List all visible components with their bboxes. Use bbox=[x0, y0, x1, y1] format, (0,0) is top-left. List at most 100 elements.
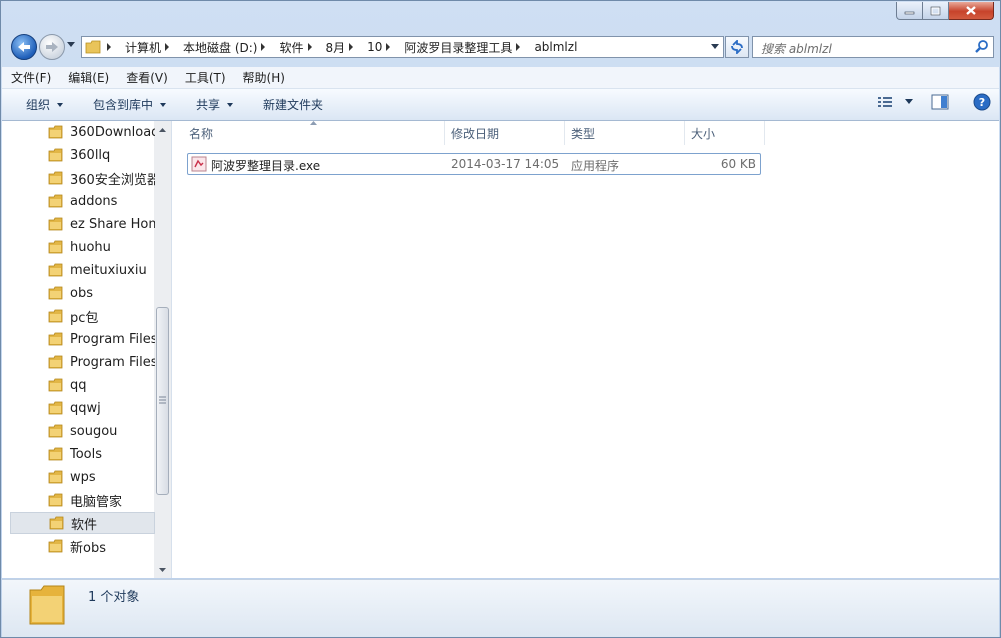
tree-item-label: wps bbox=[70, 469, 96, 485]
tree-item[interactable]: pc包 bbox=[10, 305, 155, 327]
refresh-icon bbox=[731, 40, 743, 54]
tree-item-label: pc包 bbox=[70, 310, 99, 326]
help-icon: ? bbox=[973, 93, 991, 111]
folder-icon bbox=[49, 516, 64, 530]
share-button[interactable]: 共享 bbox=[180, 96, 247, 113]
minimize-button[interactable] bbox=[896, 2, 923, 20]
column-name[interactable]: 名称 bbox=[172, 121, 445, 145]
tree-item[interactable]: obs bbox=[10, 282, 155, 304]
recent-pages-dropdown[interactable] bbox=[67, 42, 75, 48]
tree-item-label: qq bbox=[70, 377, 87, 393]
file-modified: 2014-03-17 14:05 bbox=[451, 157, 560, 171]
tree-item-label: 360llq bbox=[70, 147, 111, 163]
tree-item[interactable]: 360llq bbox=[10, 144, 155, 166]
chevron-right-icon[interactable] bbox=[165, 43, 170, 51]
tree-item[interactable]: qqwj bbox=[10, 397, 155, 419]
tree-item[interactable]: sougou bbox=[10, 420, 155, 442]
tree-item[interactable]: Program Files bbox=[10, 328, 155, 350]
column-modified[interactable]: 修改日期 bbox=[445, 121, 565, 145]
maximize-button[interactable] bbox=[923, 2, 949, 20]
menu-edit[interactable]: 编辑(E) bbox=[59, 69, 117, 86]
navigation-pane-scrollbar[interactable] bbox=[154, 121, 171, 578]
scroll-down-button[interactable] bbox=[154, 561, 171, 578]
crumb-label: ablmlzl bbox=[534, 40, 578, 54]
maximize-icon bbox=[930, 6, 941, 15]
tree-item[interactable]: 360Downloads bbox=[10, 121, 155, 143]
tree-item-label: addons bbox=[70, 193, 118, 209]
tree-item[interactable]: Program Files bbox=[10, 351, 155, 373]
file-list: 名称 修改日期 类型 大小 阿波罗整理目录.exe 2014-03-17 14:… bbox=[172, 121, 999, 578]
preview-pane-button[interactable] bbox=[931, 94, 949, 110]
folder-icon bbox=[48, 401, 63, 415]
organize-button[interactable]: 组织 bbox=[2, 96, 77, 113]
search-box[interactable]: 搜索 ablmlzl bbox=[752, 36, 994, 58]
file-type: 应用程序 bbox=[571, 159, 620, 173]
tree-item[interactable]: 360安全浏览器 bbox=[10, 167, 155, 189]
tree-item[interactable]: meituxiuxiu bbox=[10, 259, 155, 281]
folder-icon bbox=[48, 148, 63, 162]
chevron-right-icon[interactable] bbox=[261, 43, 266, 51]
new-folder-button[interactable]: 新建文件夹 bbox=[247, 96, 337, 113]
change-view-button[interactable] bbox=[877, 95, 913, 109]
tree-item[interactable]: 电脑管家 bbox=[10, 489, 155, 511]
include-in-library-button[interactable]: 包含到库中 bbox=[77, 96, 180, 113]
column-type[interactable]: 类型 bbox=[565, 121, 685, 145]
crumb-label: 本地磁盘 (D:) bbox=[183, 40, 258, 55]
folder-icon bbox=[48, 286, 63, 300]
navigation-bar: 计算机 本地磁盘 (D:) 软件 8月 10 阿波罗目录整理工具 ablmlzl… bbox=[9, 32, 994, 62]
chevron-right-icon[interactable] bbox=[386, 43, 391, 51]
include-label: 包含到库中 bbox=[93, 98, 154, 112]
chevron-right-icon[interactable] bbox=[307, 43, 312, 51]
tree-item[interactable]: qq bbox=[10, 374, 155, 396]
help-button[interactable]: ? bbox=[973, 93, 991, 111]
crumb-computer[interactable]: 计算机 bbox=[125, 37, 183, 57]
crumb-label: 计算机 bbox=[125, 40, 162, 55]
exe-file-icon bbox=[191, 156, 207, 172]
address-history-dropdown[interactable] bbox=[711, 44, 719, 50]
scroll-thumb[interactable] bbox=[156, 307, 169, 495]
chevron-right-icon bbox=[107, 43, 111, 51]
chevron-right-icon[interactable] bbox=[516, 43, 521, 51]
crumb-drive-d[interactable]: 本地磁盘 (D:) bbox=[183, 37, 279, 57]
scroll-up-button[interactable] bbox=[154, 121, 171, 138]
menu-help[interactable]: 帮助(H) bbox=[234, 69, 293, 86]
tree-item[interactable]: ez Share Home bbox=[10, 213, 155, 235]
tree-item[interactable]: 软件 bbox=[10, 512, 155, 534]
folder-icon bbox=[48, 309, 63, 323]
crumb-august[interactable]: 8月 bbox=[326, 37, 368, 57]
crumb-root-arrow[interactable] bbox=[103, 37, 125, 57]
window-controls bbox=[896, 2, 994, 20]
crumb-10[interactable]: 10 bbox=[367, 37, 404, 57]
dropdown-arrow-icon bbox=[227, 102, 234, 107]
refresh-button[interactable] bbox=[725, 36, 749, 58]
tree-item[interactable]: Tools bbox=[10, 443, 155, 465]
folder-icon bbox=[48, 125, 63, 139]
crumb-label: 阿波罗目录整理工具 bbox=[404, 40, 513, 55]
folder-icon bbox=[48, 378, 63, 392]
column-size[interactable]: 大小 bbox=[685, 121, 765, 145]
crumb-software[interactable]: 软件 bbox=[279, 37, 325, 57]
file-row[interactable]: 阿波罗整理目录.exe 2014-03-17 14:05 应用程序 60 KB bbox=[187, 153, 761, 175]
menu-file[interactable]: 文件(F) bbox=[2, 69, 59, 86]
menu-view[interactable]: 查看(V) bbox=[117, 69, 176, 86]
forward-button[interactable] bbox=[39, 34, 65, 60]
tree-item[interactable]: addons bbox=[10, 190, 155, 212]
folder-icon bbox=[48, 217, 63, 231]
crumb-ablmlzl[interactable]: ablmlzl bbox=[534, 37, 582, 57]
back-button[interactable] bbox=[11, 34, 37, 60]
tree-item[interactable]: huohu bbox=[10, 236, 155, 258]
chevron-right-icon[interactable] bbox=[349, 43, 354, 51]
address-bar[interactable]: 计算机 本地磁盘 (D:) 软件 8月 10 阿波罗目录整理工具 ablmlzl bbox=[81, 36, 724, 58]
search-icon[interactable] bbox=[975, 39, 989, 54]
folder-icon bbox=[48, 194, 63, 208]
tree-item-label: Program Files bbox=[70, 354, 155, 370]
folder-icon bbox=[48, 355, 63, 369]
close-button[interactable] bbox=[949, 2, 994, 20]
menu-tools[interactable]: 工具(T) bbox=[176, 69, 234, 86]
crumb-apollo-tool[interactable]: 阿波罗目录整理工具 bbox=[404, 37, 534, 57]
tree-item[interactable]: wps bbox=[10, 466, 155, 488]
tree-item[interactable]: 新obs bbox=[10, 535, 155, 557]
dropdown-arrow-icon bbox=[160, 102, 167, 107]
column-label: 修改日期 bbox=[451, 126, 500, 141]
dropdown-arrow-icon bbox=[905, 99, 913, 104]
